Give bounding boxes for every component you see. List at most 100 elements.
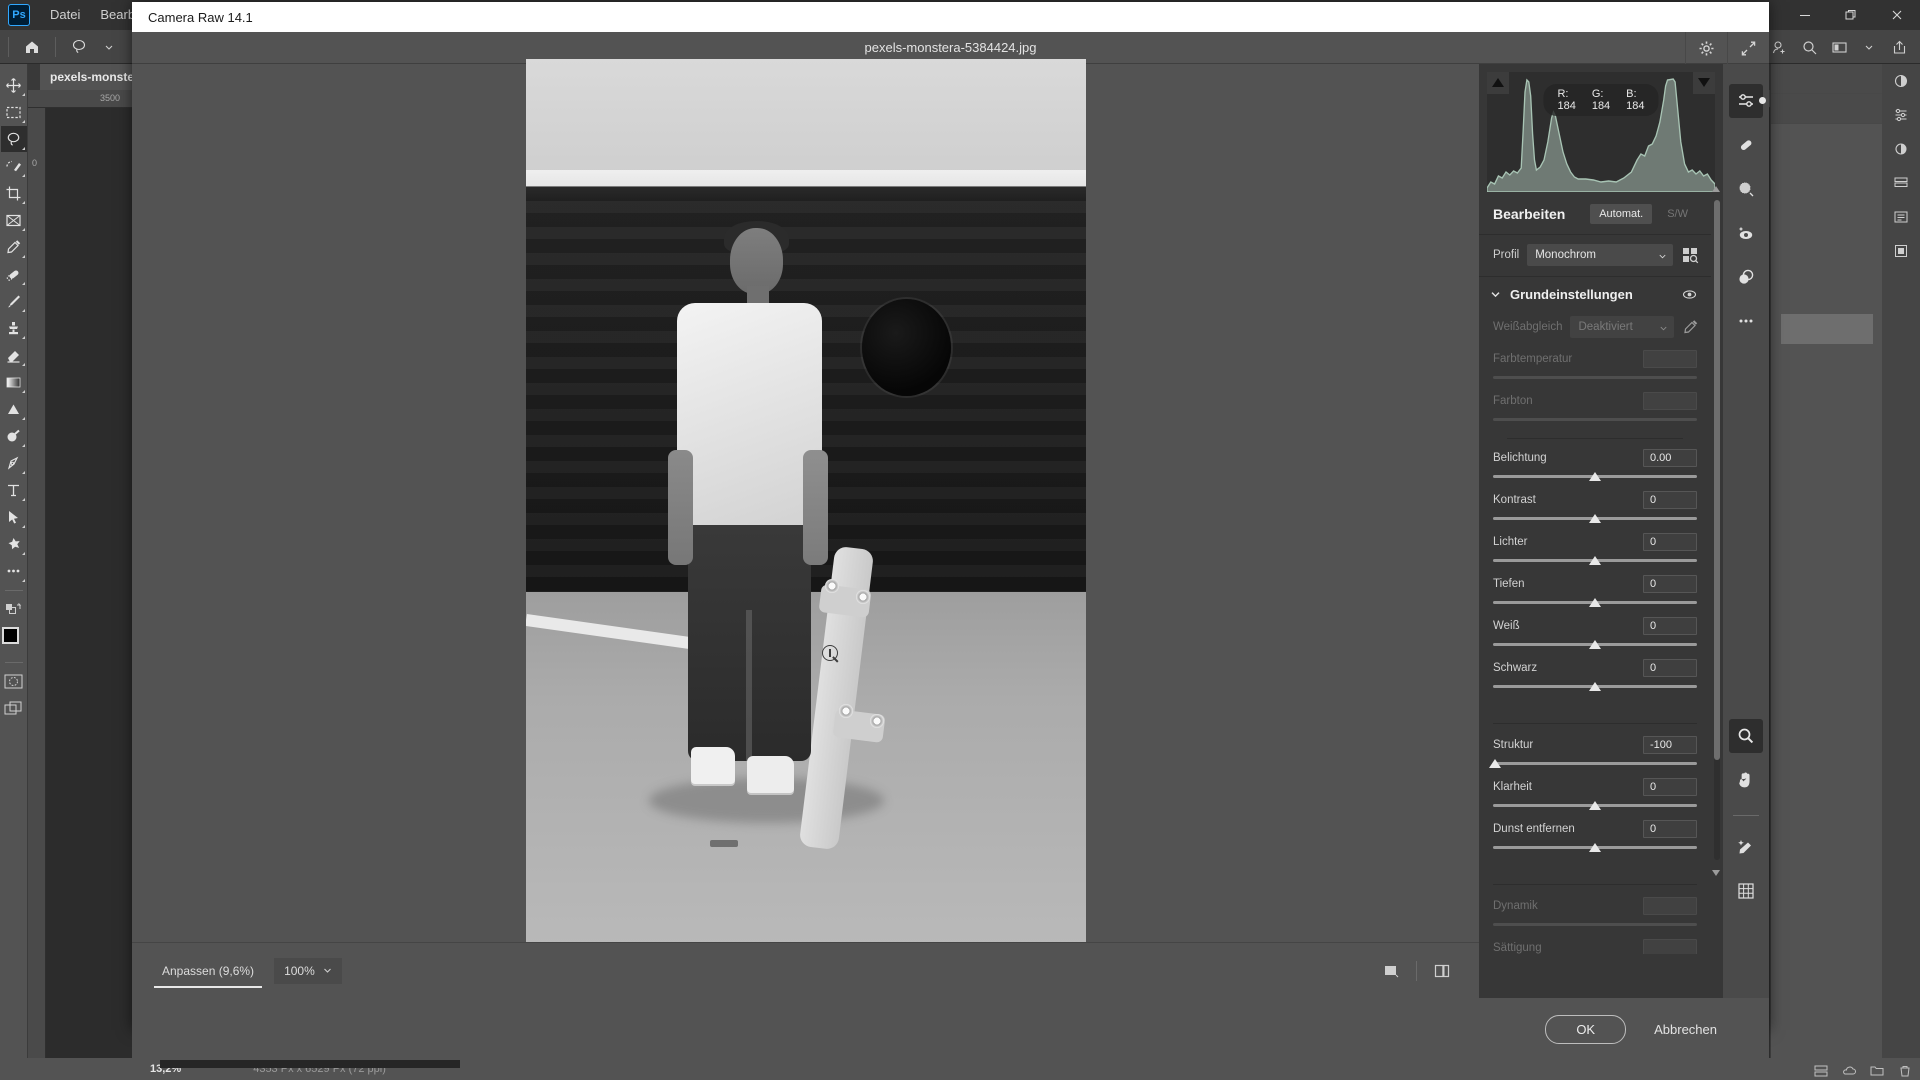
shape-tool[interactable] — [1, 531, 27, 557]
history-panel-icon[interactable] — [1882, 200, 1920, 234]
slider-kontrast[interactable]: Kontrast 0 — [1493, 491, 1697, 525]
healing-brush-tool[interactable] — [1, 261, 27, 287]
crop-tool[interactable] — [1, 180, 27, 206]
type-tool[interactable] — [1, 477, 27, 503]
lasso-tool-icon[interactable] — [64, 34, 94, 60]
slider-value[interactable] — [1643, 350, 1697, 368]
slider-value[interactable]: 0.00 — [1643, 449, 1697, 467]
slider-value[interactable]: 0 — [1643, 491, 1697, 509]
foreground-color-swatch[interactable] — [1, 627, 19, 644]
minimize-button[interactable] — [1782, 0, 1828, 30]
shadow-clipping-toggle[interactable] — [1487, 72, 1509, 94]
slider-track[interactable] — [1493, 639, 1697, 651]
menu-datei[interactable]: Datei — [40, 0, 90, 30]
slider-dynamik[interactable]: Dynamik — [1493, 897, 1697, 931]
slider-lichter[interactable]: Lichter 0 — [1493, 533, 1697, 567]
clone-stamp-tool[interactable] — [1, 315, 27, 341]
slider-value[interactable]: 0 — [1643, 659, 1697, 677]
slider-thumb[interactable] — [1589, 556, 1601, 565]
home-icon[interactable] — [17, 34, 47, 60]
slider-thumb[interactable] — [1589, 598, 1601, 607]
slider-value[interactable]: 0 — [1643, 820, 1697, 838]
slider-struktur[interactable]: Struktur -100 — [1489, 736, 1697, 770]
slider-track[interactable] — [1493, 513, 1697, 525]
color-panel-icon[interactable] — [1882, 64, 1920, 98]
quick-selection-tool[interactable] — [1, 153, 27, 179]
slider-thumb[interactable] — [1489, 759, 1502, 768]
panel-scroll-down[interactable] — [1712, 870, 1720, 876]
profile-browser-button[interactable] — [1681, 246, 1699, 264]
zoom-level-select[interactable]: 100% — [274, 957, 342, 984]
white-balance-tool-button[interactable] — [1729, 830, 1763, 864]
slider-belichtung[interactable]: Belichtung 0.00 — [1493, 449, 1697, 483]
slider-tiefen[interactable]: Tiefen 0 — [1493, 575, 1697, 609]
white-balance-select[interactable]: Deaktiviert — [1570, 316, 1674, 338]
cancel-button[interactable]: Abbrechen — [1654, 1022, 1717, 1037]
lasso-tool[interactable] — [0, 126, 27, 152]
pen-tool[interactable] — [1, 450, 27, 476]
preview-image[interactable] — [525, 59, 1086, 947]
path-selection-tool[interactable] — [1, 504, 27, 530]
slider-track[interactable] — [1493, 800, 1697, 812]
healing-panel-button[interactable] — [1729, 128, 1763, 162]
before-after-view-button[interactable] — [1423, 956, 1461, 986]
slider-track[interactable] — [1493, 372, 1697, 384]
slider-thumb[interactable] — [1589, 472, 1601, 481]
slider-value[interactable] — [1643, 897, 1697, 915]
edit-panel-button[interactable] — [1729, 84, 1766, 118]
slider-schwarz[interactable]: Schwarz 0 — [1493, 659, 1697, 693]
slider-thumb[interactable] — [1589, 801, 1601, 810]
slider-value[interactable]: 0 — [1643, 778, 1697, 796]
default-colors-icon[interactable] — [1, 596, 27, 622]
settings-button[interactable] — [1685, 32, 1727, 64]
panel-scrollbar[interactable] — [1714, 200, 1720, 860]
presets-panel-button[interactable] — [1729, 260, 1763, 294]
single-view-button[interactable] — [1372, 956, 1410, 986]
slider-klarheit[interactable]: Klarheit 0 — [1493, 778, 1697, 812]
frame-tool[interactable] — [1, 207, 27, 233]
eyedropper-tool[interactable] — [1, 234, 27, 260]
slider-weiss[interactable]: Weiß 0 — [1493, 617, 1697, 651]
masking-panel-button[interactable] — [1729, 172, 1763, 206]
more-panel-button[interactable] — [1729, 304, 1763, 338]
channels-panel-icon[interactable] — [1882, 234, 1920, 268]
chevron-down-icon[interactable] — [94, 34, 124, 60]
slider-dunst-entfernen[interactable]: Dunst entfernen 0 — [1493, 820, 1697, 854]
gradient-tool[interactable] — [1, 369, 27, 395]
slider-track[interactable] — [1493, 842, 1697, 854]
slider-track[interactable] — [1493, 597, 1697, 609]
red-eye-panel-button[interactable] — [1729, 216, 1763, 250]
fit-zoom-tab[interactable]: Anpassen (9,6%) — [150, 958, 266, 988]
slider-value[interactable] — [1643, 392, 1697, 410]
ok-button[interactable]: OK — [1545, 1014, 1627, 1044]
slider-track[interactable] — [1493, 555, 1697, 567]
marquee-tool[interactable] — [1, 99, 27, 125]
share-icon[interactable] — [1884, 34, 1914, 60]
slider-thumb[interactable] — [1589, 843, 1601, 852]
close-button[interactable] — [1874, 0, 1920, 30]
highlight-clipping-toggle[interactable] — [1693, 72, 1715, 94]
section-grundeinstellungen-header[interactable]: Grundeinstellungen — [1479, 277, 1711, 312]
slider-farbtemperatur[interactable]: Farbtemperatur — [1493, 350, 1697, 384]
profile-select[interactable]: Monochrom — [1527, 244, 1673, 266]
slider-value[interactable]: 0 — [1643, 617, 1697, 635]
slider-track[interactable] — [1493, 414, 1697, 426]
image-preview-area[interactable] — [132, 59, 1479, 947]
search-icon[interactable] — [1794, 34, 1824, 60]
slider-thumb[interactable] — [1589, 514, 1601, 523]
slider-farbton[interactable]: Farbton — [1493, 392, 1697, 426]
screen-mode-icon[interactable] — [1, 695, 27, 721]
slider-track[interactable] — [1489, 758, 1697, 770]
panel-scroll-up[interactable] — [1712, 186, 1720, 192]
camera-raw-titlebar[interactable]: Camera Raw 14.1 — [132, 2, 1769, 32]
auto-button[interactable]: Automat. — [1590, 204, 1653, 224]
restore-button[interactable] — [1828, 0, 1874, 30]
slider-value[interactable]: 0 — [1643, 575, 1697, 593]
slider-thumb[interactable] — [1589, 682, 1601, 691]
white-balance-picker-button[interactable] — [1682, 319, 1699, 336]
slider-value[interactable] — [1643, 939, 1697, 954]
slider-track[interactable] — [1493, 919, 1697, 931]
dodge-tool[interactable] — [1, 423, 27, 449]
slider-thumb[interactable] — [1589, 640, 1601, 649]
workspace-icon[interactable] — [1824, 34, 1854, 60]
